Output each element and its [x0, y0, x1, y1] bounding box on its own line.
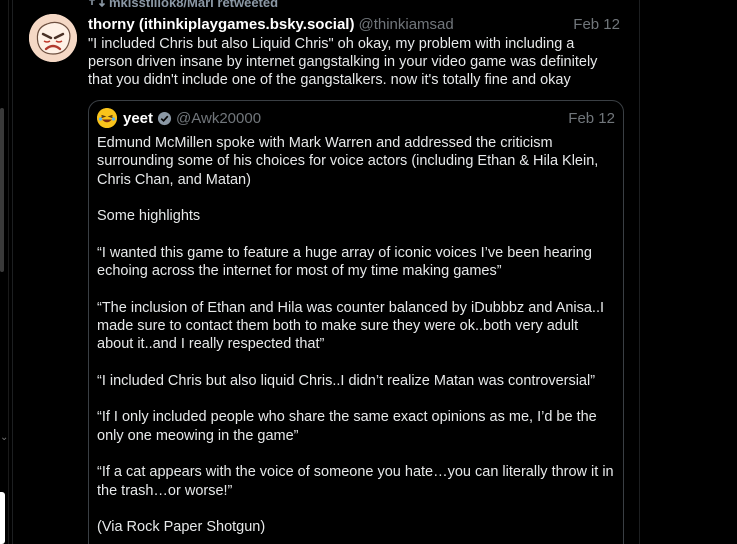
author-handle[interactable]: @thinkiamsad: [358, 16, 453, 33]
author-display-name[interactable]: thorny (ithinkiplaygames.bsky.social): [88, 16, 354, 33]
left-tick-mark: ⌄: [0, 432, 9, 443]
retweet-icon: [89, 0, 105, 8]
quote-paragraph: “The inclusion of Ethan and Hila was cou…: [97, 299, 605, 353]
tweet-text: "I included Chris but also Liquid Chris"…: [88, 36, 598, 88]
left-partial-panel: [0, 492, 5, 544]
quoted-tweet-text: Edmund McMillen spoke with Mark Warren a…: [97, 134, 617, 544]
quote-paragraph: Some highlights: [97, 208, 201, 225]
left-scrollbar[interactable]: [0, 108, 4, 272]
tweet-timestamp[interactable]: Feb 12: [573, 16, 622, 33]
timeline-column: mkisstiliok8/Marl retweeted thorny (ithi…: [12, 0, 640, 544]
quoted-tweet-card[interactable]: yeet @Awk20000 Feb 12 Edmund McMillen sp…: [88, 100, 624, 544]
retweet-label[interactable]: mkisstiliok8/Marl retweeted: [109, 0, 278, 10]
avatar[interactable]: [29, 14, 77, 62]
quoted-author-display-name[interactable]: yeet: [123, 110, 153, 127]
quote-paragraph: Edmund McMillen spoke with Mark Warren a…: [97, 135, 599, 188]
quoted-author-avatar[interactable]: [97, 108, 117, 128]
quote-paragraph: (Via Rock Paper Shotgun): [97, 519, 266, 536]
left-divider: [8, 0, 9, 544]
crying-face-avatar-icon: [29, 14, 77, 62]
quoted-author-handle[interactable]: @Awk20000: [176, 110, 261, 127]
quoted-tweet-timestamp[interactable]: Feb 12: [568, 110, 615, 127]
quoted-tweet-header: yeet @Awk20000 Feb 12: [97, 107, 615, 129]
laughing-emoji-icon: [97, 108, 117, 128]
verified-check-icon: [157, 111, 172, 126]
quote-paragraph: “I wanted this game to feature a huge ar…: [97, 244, 592, 280]
retweet-indicator: mkisstiliok8/Marl retweeted: [89, 0, 278, 10]
quote-paragraph: “I included Chris but also liquid Chris.…: [97, 372, 596, 389]
quote-paragraph: “If a cat appears with the voice of some…: [97, 464, 614, 499]
tweet-header: thorny (ithinkiplaygames.bsky.social) @t…: [88, 14, 622, 34]
quote-paragraph: “If I only included people who share the…: [97, 409, 597, 444]
